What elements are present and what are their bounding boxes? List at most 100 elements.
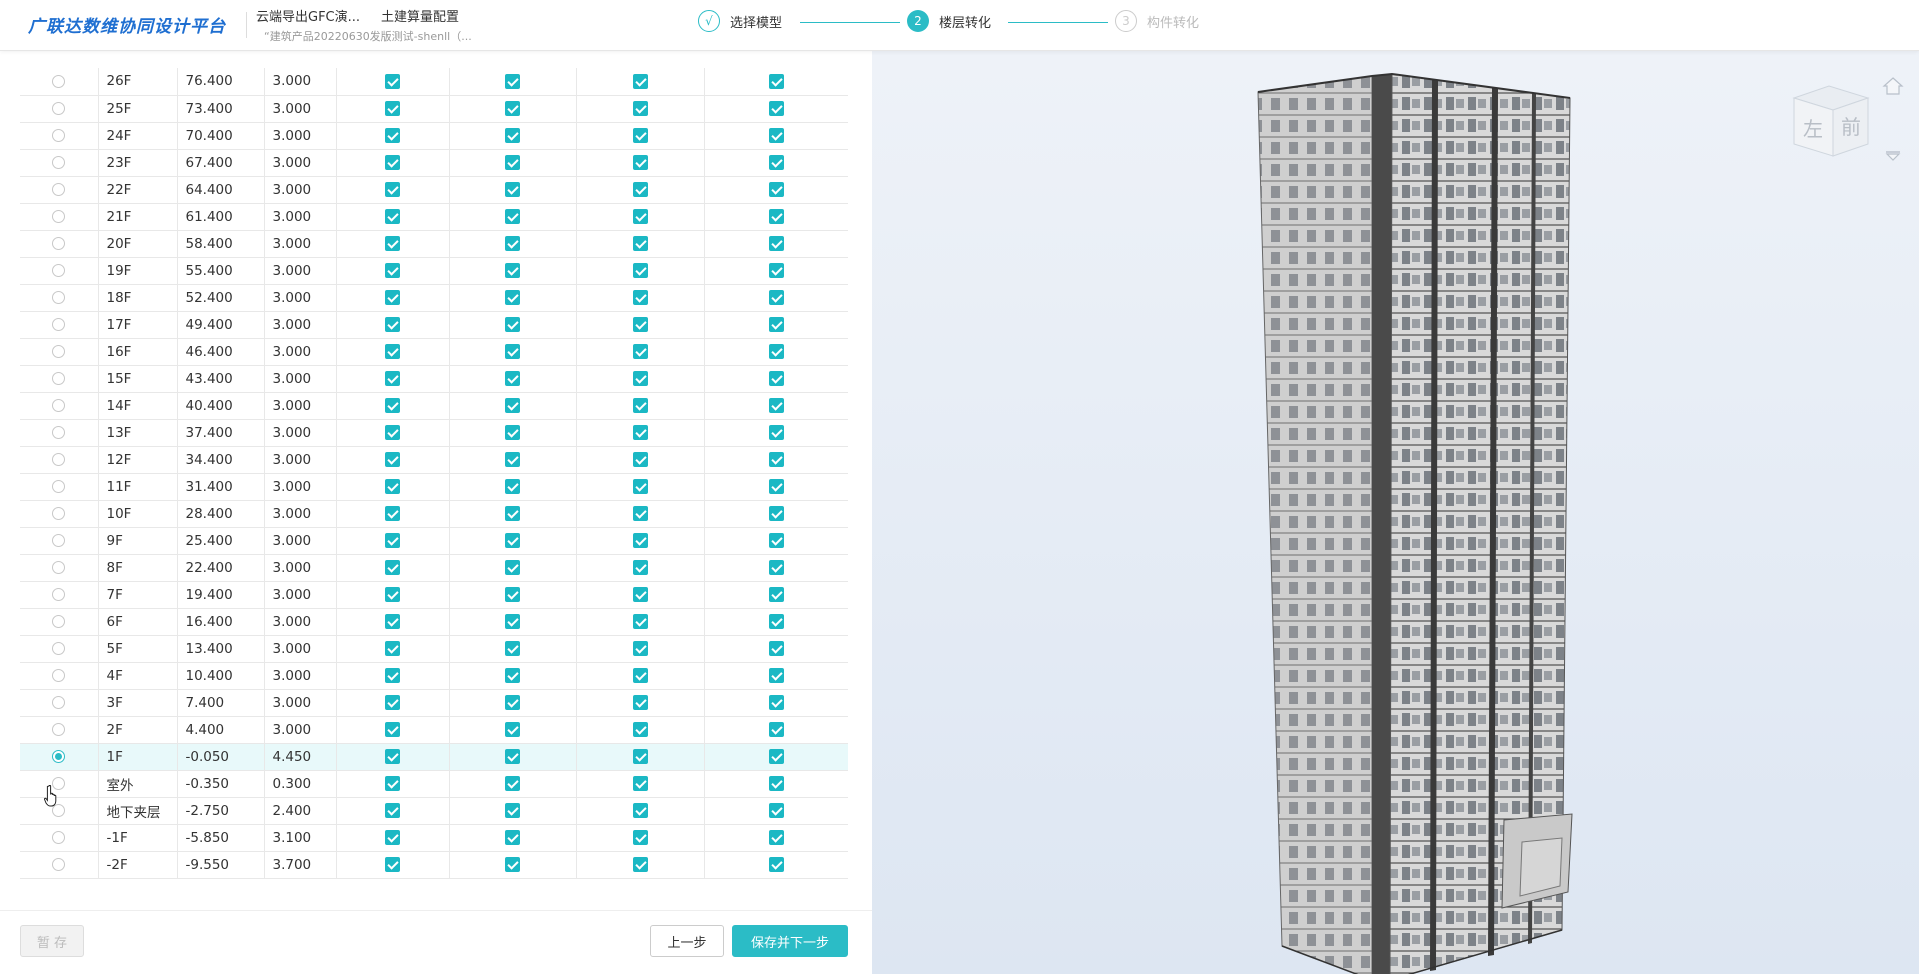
convert-checkbox[interactable]: [505, 73, 520, 89]
cube-left-face[interactable]: 左: [1803, 117, 1823, 141]
chevron-down-icon[interactable]: [1884, 150, 1902, 162]
convert-checkbox[interactable]: [768, 263, 784, 278]
convert-checkbox[interactable]: [768, 614, 784, 629]
temp-save-button[interactable]: 暂 存: [20, 925, 84, 957]
convert-checkbox[interactable]: [768, 560, 784, 575]
convert-checkbox[interactable]: [505, 641, 520, 656]
floor-radio[interactable]: [52, 534, 66, 547]
convert-checkbox[interactable]: [632, 668, 648, 683]
convert-checkbox[interactable]: [505, 101, 520, 116]
convert-checkbox[interactable]: [768, 641, 784, 656]
convert-checkbox[interactable]: [632, 749, 648, 764]
convert-checkbox[interactable]: [768, 695, 784, 710]
floor-row[interactable]: 2F 4.400 3.000: [20, 716, 848, 744]
convert-checkbox[interactable]: [505, 182, 520, 197]
convert-checkbox[interactable]: [505, 209, 520, 224]
convert-checkbox[interactable]: [385, 776, 400, 791]
floor-row[interactable]: 14F 40.400 3.000: [20, 392, 848, 420]
convert-checkbox[interactable]: [768, 776, 784, 791]
convert-checkbox[interactable]: [768, 155, 784, 170]
convert-checkbox[interactable]: [632, 425, 648, 440]
convert-checkbox[interactable]: [385, 371, 400, 386]
convert-checkbox[interactable]: [505, 830, 520, 845]
convert-checkbox[interactable]: [505, 695, 520, 710]
convert-checkbox[interactable]: [632, 803, 648, 818]
convert-checkbox[interactable]: [632, 290, 648, 305]
convert-checkbox[interactable]: [385, 641, 400, 656]
home-icon[interactable]: [1882, 76, 1904, 96]
floor-row[interactable]: 13F 37.400 3.000: [20, 419, 848, 447]
floor-radio[interactable]: [52, 318, 66, 331]
convert-checkbox[interactable]: [505, 425, 520, 440]
floor-row[interactable]: -2F -9.550 3.700: [20, 851, 848, 879]
convert-checkbox[interactable]: [768, 830, 784, 845]
convert-checkbox[interactable]: [385, 209, 400, 224]
convert-checkbox[interactable]: [385, 452, 400, 467]
floor-radio[interactable]: [52, 210, 66, 223]
convert-checkbox[interactable]: [385, 128, 400, 143]
convert-checkbox[interactable]: [505, 263, 520, 278]
floor-row[interactable]: -1F -5.850 3.100: [20, 824, 848, 852]
floor-radio[interactable]: [52, 372, 66, 385]
convert-checkbox[interactable]: [505, 128, 520, 143]
convert-checkbox[interactable]: [385, 803, 400, 818]
floor-radio[interactable]: [52, 426, 66, 439]
floor-radio[interactable]: [52, 642, 66, 655]
convert-checkbox[interactable]: [385, 830, 400, 845]
convert-checkbox[interactable]: [632, 776, 648, 791]
convert-checkbox[interactable]: [768, 506, 784, 521]
convert-checkbox[interactable]: [632, 371, 648, 386]
convert-checkbox[interactable]: [505, 587, 520, 602]
previous-step-button[interactable]: 上一步: [650, 925, 724, 957]
floor-row[interactable]: 15F 43.400 3.000: [20, 365, 848, 393]
convert-checkbox[interactable]: [768, 425, 784, 440]
convert-checkbox[interactable]: [385, 73, 400, 89]
convert-checkbox[interactable]: [768, 857, 784, 872]
convert-checkbox[interactable]: [505, 668, 520, 683]
convert-checkbox[interactable]: [385, 155, 400, 170]
convert-checkbox[interactable]: [385, 695, 400, 710]
convert-checkbox[interactable]: [632, 533, 648, 548]
convert-checkbox[interactable]: [768, 101, 784, 116]
convert-checkbox[interactable]: [385, 425, 400, 440]
convert-checkbox[interactable]: [385, 749, 400, 764]
convert-checkbox[interactable]: [505, 533, 520, 548]
floor-row[interactable]: 26F 76.400 3.000: [20, 68, 848, 96]
convert-checkbox[interactable]: [505, 722, 520, 737]
convert-checkbox[interactable]: [632, 695, 648, 710]
floor-radio[interactable]: [52, 669, 66, 682]
floor-radio[interactable]: [52, 561, 66, 574]
convert-checkbox[interactable]: [768, 398, 784, 413]
floor-radio[interactable]: [52, 102, 66, 115]
floor-radio[interactable]: [52, 345, 66, 358]
cube-front-face[interactable]: 前: [1841, 115, 1861, 139]
convert-checkbox[interactable]: [385, 857, 400, 872]
convert-checkbox[interactable]: [632, 317, 648, 332]
floor-row[interactable]: 23F 67.400 3.000: [20, 149, 848, 177]
convert-checkbox[interactable]: [768, 803, 784, 818]
convert-checkbox[interactable]: [385, 236, 400, 251]
floor-radio[interactable]: [52, 453, 66, 466]
convert-checkbox[interactable]: [768, 587, 784, 602]
floor-row[interactable]: 8F 22.400 3.000: [20, 554, 848, 582]
convert-checkbox[interactable]: [385, 263, 400, 278]
floor-row[interactable]: 11F 31.400 3.000: [20, 473, 848, 501]
floor-row[interactable]: 1F -0.050 4.450: [20, 743, 848, 771]
convert-checkbox[interactable]: [632, 182, 648, 197]
floor-row[interactable]: 地下夹层 -2.750 2.400: [20, 797, 848, 825]
convert-checkbox[interactable]: [385, 182, 400, 197]
floor-radio[interactable]: [52, 588, 66, 601]
convert-checkbox[interactable]: [768, 290, 784, 305]
convert-checkbox[interactable]: [385, 614, 400, 629]
floor-row[interactable]: 21F 61.400 3.000: [20, 203, 848, 231]
convert-checkbox[interactable]: [632, 236, 648, 251]
convert-checkbox[interactable]: [385, 587, 400, 602]
floor-row[interactable]: 3F 7.400 3.000: [20, 689, 848, 717]
convert-checkbox[interactable]: [385, 344, 400, 359]
convert-checkbox[interactable]: [505, 857, 520, 872]
convert-checkbox[interactable]: [632, 101, 648, 116]
convert-checkbox[interactable]: [505, 398, 520, 413]
convert-checkbox[interactable]: [505, 344, 520, 359]
floor-radio[interactable]: [52, 291, 66, 304]
floor-radio[interactable]: [52, 480, 66, 493]
